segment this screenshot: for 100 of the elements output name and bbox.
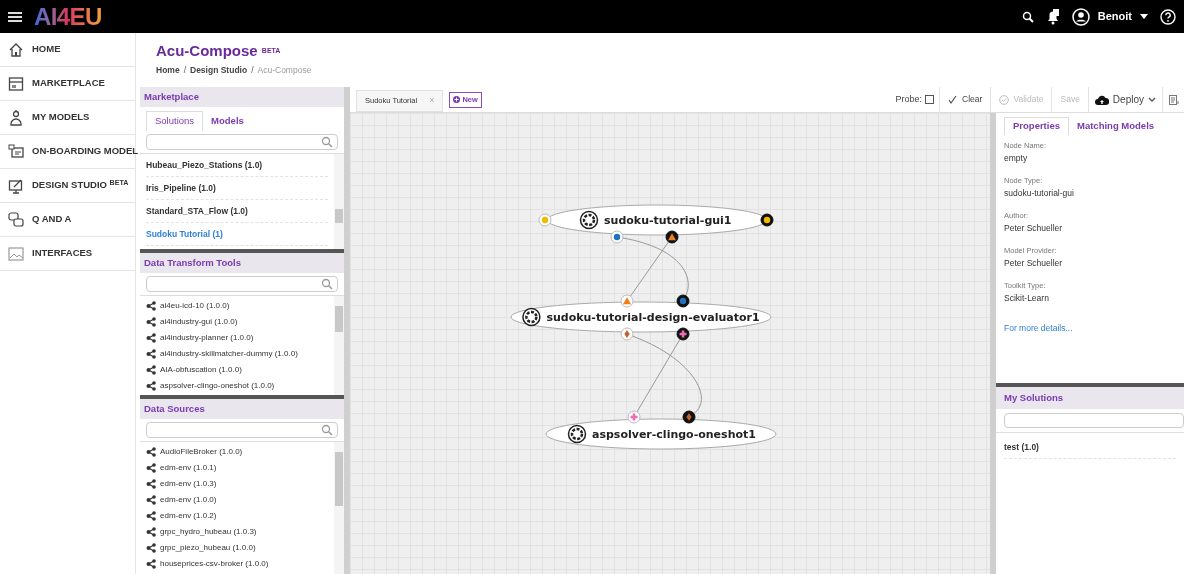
breadcrumb-link[interactable]: Home xyxy=(156,64,180,77)
share-icon xyxy=(146,543,156,553)
list-item[interactable]: houseprices-csv-broker (1.0.0) xyxy=(146,556,328,572)
share-icon xyxy=(146,511,156,521)
share-icon xyxy=(146,349,156,359)
breadcrumb-separator: / xyxy=(251,64,254,77)
details-link[interactable]: For more details... xyxy=(1004,323,1073,333)
plus-icon xyxy=(453,96,461,103)
list-item[interactable]: grpc_hydro_hubeau (1.0.3) xyxy=(146,524,328,540)
node-label: aspsolver-clingo-oneshot1 xyxy=(592,428,756,441)
section-header: Data Sources xyxy=(140,399,344,419)
list-item[interactable]: Hubeau_Piezo_Stations (1.0) xyxy=(146,154,328,177)
list-item[interactable]: grpc_piezo_hubeau (1.0.0) xyxy=(146,540,328,556)
person-icon xyxy=(8,109,24,126)
search-field[interactable] xyxy=(146,276,338,292)
probe-checkbox[interactable] xyxy=(925,95,935,104)
chat-bubbles-icon xyxy=(8,211,24,228)
share-icon xyxy=(146,447,156,457)
share-icon xyxy=(146,365,156,375)
list-item[interactable]: edm-env (1.0.2) xyxy=(146,508,328,524)
list-item[interactable]: Standard_STA_Flow (1.0) xyxy=(146,200,328,223)
share-icon xyxy=(146,463,156,473)
port-handle[interactable] xyxy=(682,410,696,424)
sidebar-item[interactable]: Q AND A xyxy=(0,203,135,237)
field-value: Peter Schueller xyxy=(1004,257,1064,270)
search-icon xyxy=(321,136,333,148)
scrollbar[interactable] xyxy=(334,296,344,395)
share-icon xyxy=(146,301,156,311)
chevron-down-icon xyxy=(1148,97,1156,102)
search-field[interactable] xyxy=(146,422,338,438)
search-icon xyxy=(321,278,333,290)
image-icon xyxy=(8,245,24,262)
tab[interactable]: Models xyxy=(203,111,252,131)
list-item[interactable]: edm-env (1.0.0) xyxy=(146,492,328,508)
list-icon xyxy=(1168,94,1179,105)
list-item[interactable]: ai4industry-skillmatcher-dummy (1.0.0) xyxy=(146,346,328,362)
list-item[interactable]: edm-env (1.0.3) xyxy=(146,476,328,492)
design-canvas[interactable]: sudoku-tutorial-gui1 sudoku-tutorial-design-evaluator1 aspsolver-clingo-oneshot1 xyxy=(350,113,996,574)
search-field[interactable] xyxy=(146,134,338,150)
search-field[interactable] xyxy=(1004,413,1184,428)
port-handle[interactable] xyxy=(676,294,690,308)
page-title: Acu-Compose $^{BETA}$ xyxy=(156,41,282,61)
probe-label: Probe: xyxy=(895,92,923,106)
share-icon xyxy=(146,479,156,489)
field-value: empty xyxy=(1004,152,1029,165)
toolbar-button[interactable]: Clear xyxy=(939,86,991,113)
port-handle[interactable] xyxy=(627,410,641,424)
list-item[interactable]: aspsolver-clingo-oneshot (1.0.0) xyxy=(146,378,328,394)
port-handle[interactable] xyxy=(760,213,774,227)
share-icon xyxy=(146,527,156,537)
section-header: Marketplace xyxy=(140,87,344,107)
list-item[interactable]: ai4eu-icd-10 (1.0.0) xyxy=(146,298,328,314)
scrollbar[interactable] xyxy=(334,442,344,574)
port-handle[interactable] xyxy=(676,327,690,341)
tab[interactable]: Matching Models xyxy=(1069,117,1163,135)
aperture-icon xyxy=(567,424,587,444)
tab[interactable]: Properties xyxy=(1004,117,1069,135)
port-handle[interactable] xyxy=(538,213,552,227)
user-avatar-icon[interactable] xyxy=(1071,7,1090,26)
node-label: sudoku-tutorial-design-evaluator1 xyxy=(546,311,760,324)
list-item[interactable]: AIA-obfuscation (1.0.0) xyxy=(146,362,328,378)
list-item[interactable]: Sudoku Tutorial (1) xyxy=(146,223,328,246)
list-item[interactable]: AudioFileBroker (1.0.0) xyxy=(146,444,328,460)
breadcrumb-link[interactable]: Design Studio xyxy=(190,64,248,77)
port-handle[interactable] xyxy=(620,294,634,308)
notification-icon[interactable] xyxy=(1045,8,1060,25)
list-item[interactable]: ai4industry-gui (1.0.0) xyxy=(146,314,328,330)
list-item[interactable]: Iris_Pipeline (1.0) xyxy=(146,177,328,200)
port-handle[interactable] xyxy=(665,230,679,244)
search-icon xyxy=(321,424,333,436)
share-icon xyxy=(146,317,156,327)
port-handle[interactable] xyxy=(610,230,624,244)
sidebar-item[interactable]: INTERFACES xyxy=(0,237,135,271)
monitor-icon xyxy=(8,177,24,194)
home-icon xyxy=(8,41,24,58)
check-circle-icon xyxy=(999,94,1010,105)
tab[interactable]: Solutions xyxy=(146,111,204,131)
deploy-button[interactable]: Deploy xyxy=(1087,86,1162,113)
share-icon xyxy=(146,333,156,343)
port-handle[interactable] xyxy=(620,327,634,341)
user-name[interactable]: Benoit xyxy=(1097,8,1132,25)
field-value: sudoku-tutorial-gui xyxy=(1004,187,1075,200)
share-icon xyxy=(146,381,156,391)
caret-icon[interactable] xyxy=(1140,14,1148,19)
help-icon[interactable] xyxy=(1160,8,1176,25)
list-item[interactable]: edm-env (1.0.1) xyxy=(146,460,328,476)
sidebar-item[interactable]: MARKETPLACE xyxy=(0,67,135,101)
sidebar-item[interactable]: HOME xyxy=(0,33,135,67)
search-icon[interactable] xyxy=(1021,10,1034,23)
monitor-icon xyxy=(8,143,24,160)
section-header: My Solutions xyxy=(996,387,1184,409)
section-header: Data Transform Tools xyxy=(140,253,344,273)
node-label: sudoku-tutorial-gui1 xyxy=(604,214,732,227)
menu-icon[interactable] xyxy=(8,10,22,23)
list-item[interactable]: test (1.0) xyxy=(1004,441,1176,459)
breadcrumb-separator: / xyxy=(183,64,186,77)
sidebar-item[interactable]: MY MODELS xyxy=(0,101,135,135)
list-item[interactable]: ai4industry-planner (1.0.0) xyxy=(146,330,328,346)
sidebar-item[interactable]: DESIGN STUDIO $^{BETA}$ xyxy=(0,169,135,203)
scrollbar[interactable] xyxy=(334,154,344,249)
